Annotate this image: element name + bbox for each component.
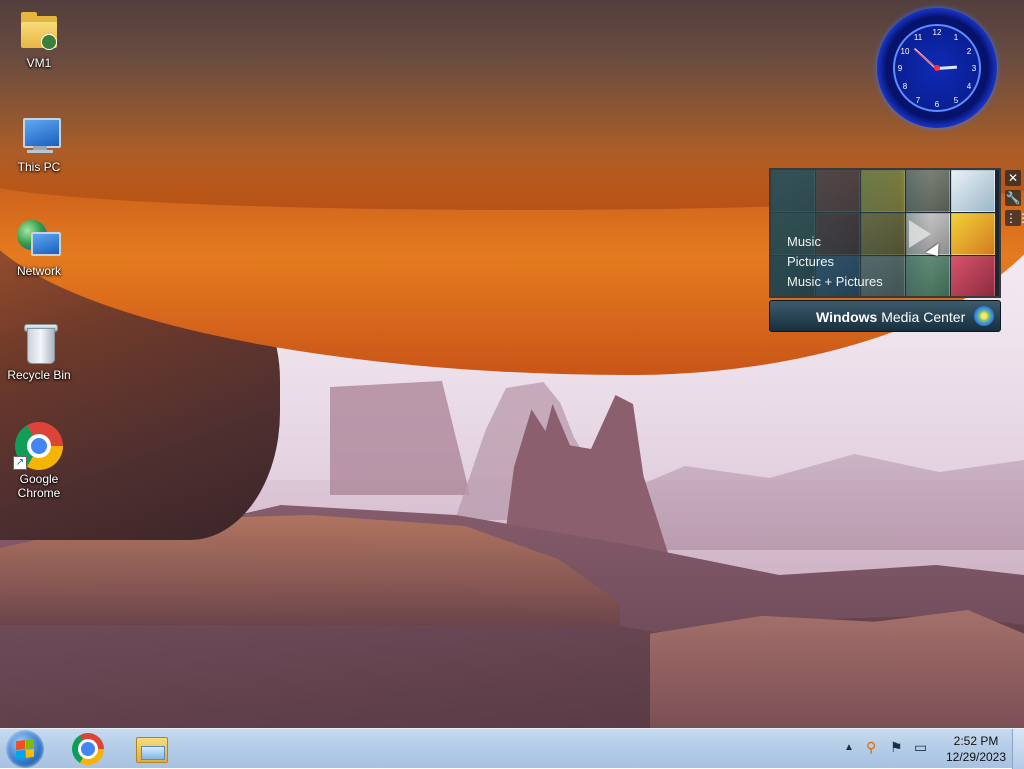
menu-item-pictures[interactable]: Pictures bbox=[787, 252, 883, 272]
recycle-bin-icon bbox=[15, 318, 63, 366]
menu-item-music[interactable]: Music bbox=[787, 232, 883, 252]
desktop-icon-this-pc[interactable]: This PC bbox=[0, 110, 78, 174]
windows-orb-icon bbox=[974, 306, 994, 326]
clock-number: 4 bbox=[966, 82, 972, 91]
clock-number: 7 bbox=[915, 96, 921, 105]
clock-number: 6 bbox=[934, 100, 940, 109]
computer-icon bbox=[15, 110, 63, 158]
desktop-icon-network[interactable]: Network bbox=[0, 214, 78, 278]
gadget-options-button[interactable]: 🔧 bbox=[1005, 190, 1021, 206]
user-folder-icon bbox=[15, 6, 63, 54]
clock-gadget[interactable]: 12 1 2 3 4 5 6 7 8 9 10 11 bbox=[877, 8, 997, 128]
clock-number: 3 bbox=[971, 64, 977, 73]
clock-number: 11 bbox=[913, 33, 923, 42]
clock-date: 12/29/2023 bbox=[945, 750, 1007, 764]
media-center-gadget[interactable]: Music Pictures Music + Pictures bbox=[769, 168, 1001, 298]
clock-number: 9 bbox=[897, 64, 903, 73]
desktop-icon-label: Network bbox=[16, 264, 61, 278]
clock-number: 5 bbox=[953, 96, 959, 105]
windows-logo-icon bbox=[16, 738, 34, 760]
clock-time: 2:52 PM bbox=[953, 734, 999, 748]
taskbar-file-explorer-button[interactable] bbox=[122, 731, 180, 767]
desktop-icon-label: Recycle Bin bbox=[7, 368, 71, 382]
clock-number: 10 bbox=[900, 47, 910, 56]
flag-icon[interactable]: ⚑ bbox=[890, 739, 903, 756]
gadget-close-button[interactable]: ✕ bbox=[1005, 170, 1021, 186]
media-center-launch-bar[interactable]: Windows Media Center bbox=[769, 300, 1001, 332]
search-icon[interactable]: ⚲ bbox=[866, 739, 876, 756]
clock-number: 8 bbox=[902, 82, 908, 91]
media-center-title: Windows Media Center bbox=[816, 309, 966, 325]
desktop-icon-recycle-bin[interactable]: Recycle Bin bbox=[0, 318, 78, 382]
network-icon[interactable]: ▭ bbox=[914, 739, 927, 756]
gadget-controls: ✕ 🔧 ⋮⋮ bbox=[1005, 170, 1024, 230]
clock-number: 2 bbox=[966, 47, 972, 56]
clock-number: 1 bbox=[953, 33, 959, 42]
show-desktop-button[interactable] bbox=[1012, 729, 1024, 769]
chrome-icon bbox=[72, 733, 104, 765]
menu-item-music-pictures[interactable]: Music + Pictures bbox=[787, 272, 883, 292]
taskbar-chrome-button[interactable] bbox=[58, 731, 116, 767]
clock-center bbox=[934, 65, 940, 71]
gadget-drag-handle[interactable]: ⋮⋮ bbox=[1005, 210, 1024, 226]
desktop-icon-label: This PC bbox=[17, 160, 61, 174]
chrome-icon: ↗ bbox=[13, 422, 63, 470]
clock-number: 12 bbox=[932, 28, 942, 37]
desktop-icon-label: Google Chrome bbox=[17, 472, 61, 500]
start-button[interactable] bbox=[6, 730, 44, 768]
network-icon bbox=[15, 214, 63, 262]
media-center-menu: Music Pictures Music + Pictures bbox=[787, 232, 883, 292]
shortcut-arrow-icon: ↗ bbox=[13, 456, 27, 470]
play-icon[interactable] bbox=[909, 220, 931, 248]
taskbar: ▲ ⚲ ⚑ ▭ 2:52 PM 12/29/2023 bbox=[0, 728, 1024, 769]
file-explorer-icon bbox=[136, 737, 168, 763]
chevron-up-icon[interactable]: ▲ bbox=[844, 742, 854, 753]
desktop-icon-label: VM1 bbox=[26, 56, 52, 70]
desktop-icon-vm1[interactable]: VM1 bbox=[0, 6, 78, 70]
desktop-wallpaper bbox=[0, 0, 1024, 728]
desktop-icon-google-chrome[interactable]: ↗ Google Chrome bbox=[0, 422, 78, 500]
taskbar-clock[interactable]: 2:52 PM 12/29/2023 bbox=[940, 733, 1012, 765]
